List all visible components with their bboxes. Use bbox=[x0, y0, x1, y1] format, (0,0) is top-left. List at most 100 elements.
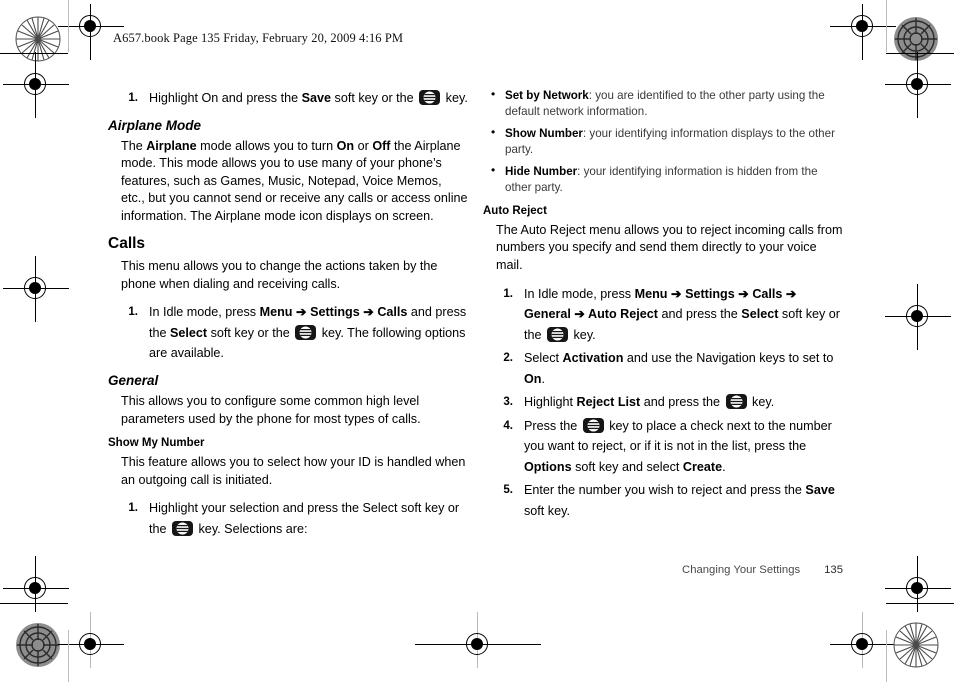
step-number: 3. bbox=[503, 395, 513, 409]
list-item: 1. Highlight your selection and press th… bbox=[108, 498, 468, 539]
calls-step-list: 1. In Idle mode, press Menu ➔ Settings ➔… bbox=[108, 302, 468, 364]
body-bold-on: On bbox=[336, 138, 355, 153]
registration-mark-bottom-center bbox=[415, 612, 541, 668]
menu-path-auto-reject: Auto Reject bbox=[588, 307, 658, 322]
step-text: In Idle mode, press Menu ➔ Settings ➔ Ca… bbox=[149, 305, 466, 360]
crop-rule-bottom-right bbox=[886, 603, 954, 605]
softkey-save: Save bbox=[805, 483, 835, 498]
footer-chapter-title: Changing Your Settings bbox=[682, 564, 801, 576]
softkey-options: Options bbox=[524, 459, 572, 474]
arrow-icon: ➔ bbox=[570, 307, 588, 322]
list-item: 2. Select Activation and use the Navigat… bbox=[483, 348, 843, 389]
option-label: Show Number bbox=[505, 127, 583, 140]
option-label: Set by Network bbox=[505, 89, 589, 102]
step-text-part: . bbox=[722, 459, 726, 474]
step-text: Enter the number you wish to reject and … bbox=[524, 483, 835, 518]
menu-item-activation: Activation bbox=[562, 351, 624, 366]
show-my-number-options-list: • Set by Network: you are identified to … bbox=[483, 87, 843, 195]
menu-path-settings: Settings bbox=[685, 286, 735, 301]
left-text-column: 1. Highlight On and press the Save soft … bbox=[108, 88, 468, 548]
menu-path-menu: Menu bbox=[634, 286, 668, 301]
step-bold-save: Save bbox=[301, 91, 332, 105]
list-item: 1. In Idle mode, press Menu ➔ Settings ➔… bbox=[483, 284, 843, 346]
trim-guide-bottom-left bbox=[68, 630, 69, 682]
menu-item-reject-list: Reject List bbox=[576, 395, 641, 410]
softkey-select: Select bbox=[170, 325, 208, 340]
step-number: 4. bbox=[503, 418, 513, 432]
bullet-icon: • bbox=[491, 163, 496, 177]
registration-mark-left-lower bbox=[3, 556, 69, 612]
step-text-part: and press the bbox=[657, 307, 742, 322]
body-bold-airplane: Airplane bbox=[146, 138, 197, 153]
list-item: 5. Enter the number you wish to reject a… bbox=[483, 480, 843, 521]
auto-reject-step-list: 1. In Idle mode, press Menu ➔ Settings ➔… bbox=[483, 284, 843, 522]
phone-ok-key-icon bbox=[547, 326, 569, 342]
step-text-part: In Idle mode, press bbox=[524, 286, 635, 301]
step-number: 1. bbox=[128, 305, 138, 319]
phone-ok-key-icon bbox=[725, 394, 747, 410]
trim-guide-right bbox=[886, 0, 887, 52]
step-text: Press the key to place a check next to t… bbox=[524, 417, 832, 474]
airplane-mode-body: The Airplane mode allows you to turn On … bbox=[108, 138, 468, 226]
arrow-icon: ➔ bbox=[782, 286, 797, 301]
menu-path-settings: Settings bbox=[310, 305, 360, 320]
right-text-column: • Set by Network: you are identified to … bbox=[483, 87, 843, 530]
heading-airplane-mode: Airplane Mode bbox=[108, 117, 202, 133]
step-number: 1. bbox=[128, 501, 138, 515]
save-step-list: 1. Highlight On and press the Save soft … bbox=[108, 88, 468, 109]
step-text-part: key. Selections are: bbox=[195, 521, 308, 536]
crop-rule-top-left bbox=[0, 53, 68, 55]
registration-mark-right-lower bbox=[885, 556, 951, 612]
step-text-part: Enter the number you wish to reject and … bbox=[524, 483, 806, 498]
list-item: • Show Number: your identifying informat… bbox=[483, 125, 843, 157]
list-item: 4. Press the key to place a check next t… bbox=[483, 416, 843, 478]
list-item: • Set by Network: you are identified to … bbox=[483, 87, 843, 119]
step-number: 1. bbox=[503, 286, 513, 300]
step-text-part: . bbox=[541, 371, 546, 386]
list-item: 1. In Idle mode, press Menu ➔ Settings ➔… bbox=[108, 302, 468, 364]
step-text-part: key. bbox=[570, 327, 596, 342]
menu-path-general: General bbox=[524, 307, 571, 322]
body-part: or bbox=[354, 138, 373, 153]
phone-ok-key-icon bbox=[582, 417, 604, 433]
trim-guide-left bbox=[68, 0, 69, 52]
print-star-target-top-right bbox=[893, 16, 939, 62]
book-file-header: A657.book Page 135 Friday, February 20, … bbox=[113, 31, 404, 45]
registration-mark-right-middle bbox=[885, 284, 951, 350]
registration-mark-top-left bbox=[58, 4, 124, 60]
document-page: A657.book Page 135 Friday, February 20, … bbox=[0, 0, 954, 682]
trim-guide-bottom-right bbox=[886, 630, 887, 682]
registration-mark-right-upper bbox=[885, 52, 951, 118]
step-text-part: and use the Navigation keys to set to bbox=[623, 351, 834, 366]
body-bold-off: Off bbox=[372, 138, 391, 153]
step-text-part: soft key. bbox=[524, 503, 570, 518]
step-text-part: key. bbox=[748, 395, 775, 410]
list-item: 3. Highlight Reject List and press the k… bbox=[483, 392, 843, 413]
softkey-select: Select bbox=[741, 307, 779, 322]
footer-page-number: 135 bbox=[824, 564, 843, 576]
step-text: Select Activation and use the Navigation… bbox=[524, 351, 833, 386]
step-text: In Idle mode, press Menu ➔ Settings ➔ Ca… bbox=[524, 287, 840, 342]
arrow-icon: ➔ bbox=[292, 305, 311, 320]
registration-mark-left-upper bbox=[3, 52, 69, 118]
phone-ok-key-icon bbox=[419, 90, 441, 105]
auto-reject-body: The Auto Reject menu allows you to rejec… bbox=[496, 222, 843, 272]
phone-ok-key-icon bbox=[295, 324, 317, 340]
step-number: 1. bbox=[128, 91, 138, 104]
registration-mark-top-right bbox=[830, 4, 896, 60]
step-text-part: Press the bbox=[524, 418, 581, 433]
step-text-part: In Idle mode, press bbox=[149, 305, 260, 320]
bullet-icon: • bbox=[491, 87, 496, 101]
print-star-target-bottom-right bbox=[893, 622, 939, 668]
step-text-part: Highlight bbox=[524, 395, 577, 410]
menu-path-menu: Menu bbox=[259, 305, 293, 320]
step-text-part: and press the bbox=[640, 395, 724, 410]
value-on: On bbox=[524, 371, 542, 386]
step-number: 2. bbox=[503, 351, 513, 365]
arrow-icon: ➔ bbox=[359, 305, 378, 320]
print-star-target-top-left bbox=[15, 16, 61, 62]
heading-auto-reject: Auto Reject bbox=[483, 205, 547, 217]
crop-rule-bottom-left bbox=[0, 603, 68, 605]
step-text: Highlight Reject List and press the key. bbox=[524, 394, 775, 410]
bullet-icon: • bbox=[491, 125, 496, 139]
